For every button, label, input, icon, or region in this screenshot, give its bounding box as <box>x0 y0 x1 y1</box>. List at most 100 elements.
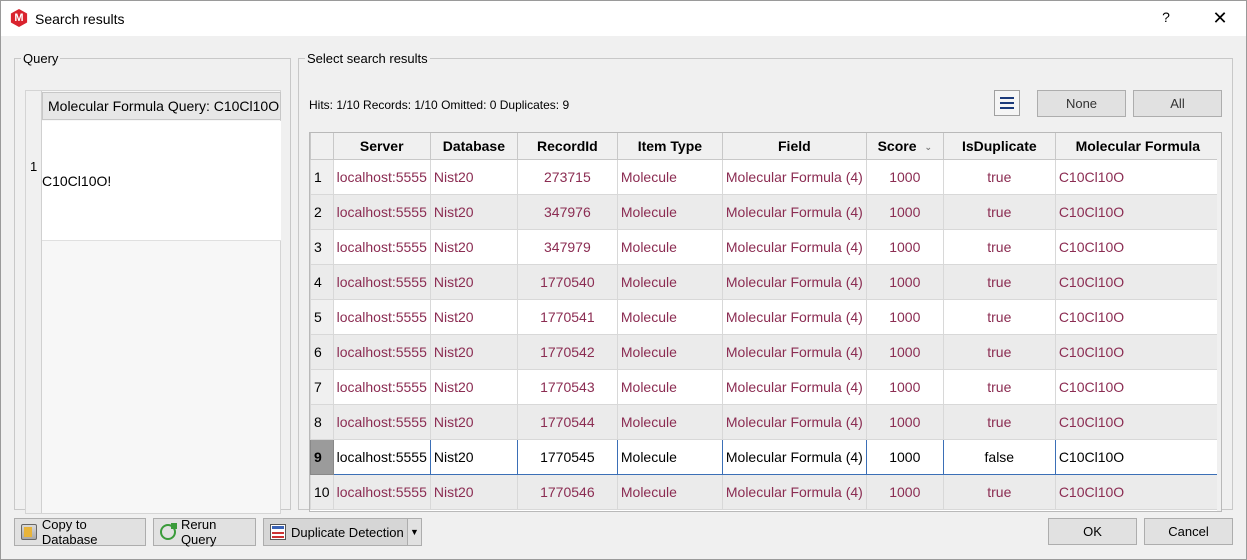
cell-is-duplicate[interactable]: true <box>942 193 1056 230</box>
cell-molecular-formula[interactable]: C10Cl10O <box>1054 228 1221 265</box>
table-row[interactable]: 8 localhost:5555 Nist20 1770544 Molecule Mole… <box>310 403 1221 440</box>
cell-record-id[interactable]: 1770540 <box>516 263 618 300</box>
cell-is-duplicate[interactable]: true <box>942 228 1056 265</box>
row-number[interactable]: 3 <box>310 228 334 265</box>
cell-database[interactable]: Nist20 <box>429 263 518 300</box>
cell-record-id[interactable]: 1770544 <box>516 403 618 440</box>
cell-field[interactable]: Molecular Formula (4) <box>721 263 867 300</box>
cell-molecular-formula[interactable]: C10Cl10O <box>1054 263 1221 300</box>
row-number[interactable]: 5 <box>310 298 334 335</box>
cell-server[interactable]: localhost:5555 <box>332 333 431 370</box>
column-header-is-duplicate[interactable]: IsDuplicate <box>942 133 1056 160</box>
cell-item-type[interactable]: Molecule <box>616 263 723 300</box>
cell-item-type[interactable]: Molecule <box>616 438 723 475</box>
table-row[interactable]: 5 localhost:5555 Nist20 1770541 Molecule Mole… <box>310 298 1221 335</box>
column-header-molecular-formula[interactable]: Molecular Formula <box>1054 133 1221 160</box>
cell-is-duplicate[interactable]: true <box>942 333 1056 370</box>
cell-server[interactable]: localhost:5555 <box>332 403 431 440</box>
cell-item-type[interactable]: Molecule <box>616 403 723 440</box>
row-number[interactable]: 8 <box>310 403 334 440</box>
duplicate-detection-button[interactable]: Duplicate Detection <box>263 518 408 546</box>
cell-field[interactable]: Molecular Formula (4) <box>721 333 867 370</box>
cell-item-type[interactable]: Molecule <box>616 228 723 265</box>
cell-database[interactable]: Nist20 <box>429 438 518 475</box>
cell-item-type[interactable]: Molecule <box>616 333 723 370</box>
cell-record-id[interactable]: 1770543 <box>516 368 618 405</box>
cell-field[interactable]: Molecular Formula (4) <box>721 298 867 335</box>
help-button[interactable]: ? <box>1156 9 1176 29</box>
cell-field[interactable]: Molecular Formula (4) <box>721 193 867 230</box>
select-none-button[interactable]: None <box>1037 90 1126 117</box>
cell-is-duplicate[interactable]: true <box>942 298 1056 335</box>
cell-field[interactable]: Molecular Formula (4) <box>721 473 867 510</box>
cell-server[interactable]: localhost:5555 <box>332 438 431 475</box>
cell-database[interactable]: Nist20 <box>429 368 518 405</box>
column-header-record-id[interactable]: RecordId <box>516 133 618 160</box>
cell-field[interactable]: Molecular Formula (4) <box>721 403 867 440</box>
cell-molecular-formula[interactable]: C10Cl10O <box>1054 438 1221 475</box>
cell-field[interactable]: Molecular Formula (4) <box>721 438 867 475</box>
close-button[interactable]: ✕ <box>1208 7 1232 31</box>
cell-record-id[interactable]: 1770545 <box>516 438 618 475</box>
cell-molecular-formula[interactable]: C10Cl10O <box>1054 333 1221 370</box>
cell-database[interactable]: Nist20 <box>429 333 518 370</box>
row-number[interactable]: 4 <box>310 263 334 300</box>
row-number[interactable]: 7 <box>310 368 334 405</box>
row-number[interactable]: 6 <box>310 333 334 370</box>
cell-database[interactable]: Nist20 <box>429 403 518 440</box>
cell-database[interactable]: Nist20 <box>429 228 518 265</box>
cell-server[interactable]: localhost:5555 <box>332 298 431 335</box>
cell-record-id[interactable]: 1770542 <box>516 333 618 370</box>
column-header-database[interactable]: Database <box>429 133 518 160</box>
column-header-field[interactable]: Field <box>721 133 867 160</box>
table-row[interactable]: 4 localhost:5555 Nist20 1770540 Molecule Mole… <box>310 263 1221 300</box>
table-row[interactable]: 7 localhost:5555 Nist20 1770543 Molecule Mole… <box>310 368 1221 405</box>
cell-is-duplicate[interactable]: true <box>942 158 1056 195</box>
cell-is-duplicate[interactable]: true <box>942 263 1056 300</box>
select-all-button[interactable]: All <box>1133 90 1222 117</box>
cell-field[interactable]: Molecular Formula (4) <box>721 228 867 265</box>
table-row[interactable]: 2 localhost:5555 Nist20 347976 Molecule Molec… <box>310 193 1221 230</box>
table-row[interactable]: 6 localhost:5555 Nist20 1770542 Molecule Mole… <box>310 333 1221 370</box>
cell-item-type[interactable]: Molecule <box>616 158 723 195</box>
copy-to-database-button[interactable]: Copy to Database <box>14 517 146 547</box>
cell-score[interactable]: 1000 <box>865 368 944 405</box>
query-cell[interactable]: C10Cl10O! <box>42 121 281 241</box>
cell-record-id[interactable]: 273715 <box>516 158 618 195</box>
cell-molecular-formula[interactable]: C10Cl10O <box>1054 403 1221 440</box>
cell-score[interactable]: 1000 <box>865 403 944 440</box>
row-number[interactable]: 9 <box>310 438 334 475</box>
cell-score[interactable]: 1000 <box>865 263 944 300</box>
cell-score[interactable]: 1000 <box>865 298 944 335</box>
corner-header-cell[interactable] <box>310 133 334 160</box>
cell-database[interactable]: Nist20 <box>429 193 518 230</box>
cell-record-id[interactable]: 1770546 <box>516 473 618 510</box>
cell-field[interactable]: Molecular Formula (4) <box>721 368 867 405</box>
cell-item-type[interactable]: Molecule <box>616 368 723 405</box>
duplicate-detection-dropdown[interactable]: ▼ <box>407 518 422 546</box>
cell-record-id[interactable]: 347979 <box>516 228 618 265</box>
cell-molecular-formula[interactable]: C10Cl10O <box>1054 193 1221 230</box>
cell-item-type[interactable]: Molecule <box>616 193 723 230</box>
row-number[interactable]: 2 <box>310 193 334 230</box>
cell-is-duplicate[interactable]: true <box>942 473 1056 510</box>
table-row[interactable]: 10 localhost:5555 Nist20 1770546 Molecule Mol… <box>310 473 1221 510</box>
cell-record-id[interactable]: 347976 <box>516 193 618 230</box>
cell-server[interactable]: localhost:5555 <box>332 473 431 510</box>
cell-molecular-formula[interactable]: C10Cl10O <box>1054 368 1221 405</box>
table-row[interactable]: 3 localhost:5555 Nist20 347979 Molecule Molec… <box>310 228 1221 265</box>
cell-score[interactable]: 1000 <box>865 228 944 265</box>
row-number[interactable]: 10 <box>310 473 334 510</box>
cell-server[interactable]: localhost:5555 <box>332 263 431 300</box>
cell-database[interactable]: Nist20 <box>429 473 518 510</box>
cell-item-type[interactable]: Molecule <box>616 473 723 510</box>
column-header-item-type[interactable]: Item Type <box>616 133 723 160</box>
cell-server[interactable]: localhost:5555 <box>332 228 431 265</box>
row-number[interactable]: 1 <box>310 158 334 195</box>
cell-score[interactable]: 1000 <box>865 193 944 230</box>
cell-score[interactable]: 1000 <box>865 438 944 475</box>
table-row[interactable]: 9 localhost:5555 Nist20 1770545 Molecule Mole… <box>310 438 1221 475</box>
cell-database[interactable]: Nist20 <box>429 298 518 335</box>
cell-record-id[interactable]: 1770541 <box>516 298 618 335</box>
cell-server[interactable]: localhost:5555 <box>332 158 431 195</box>
